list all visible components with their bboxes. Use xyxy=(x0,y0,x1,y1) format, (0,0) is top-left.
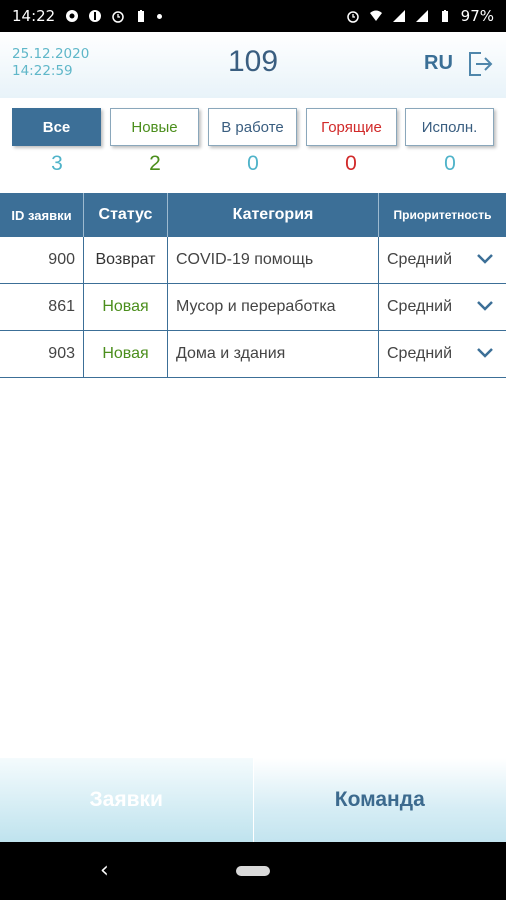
chevron-down-icon[interactable] xyxy=(476,299,494,313)
priority-value: Средний xyxy=(387,345,453,362)
filter-bar: Все Новые В работе Горящие Исполн. xyxy=(0,106,506,148)
status-bar: 14:22 97% xyxy=(0,0,506,32)
filter-in-progress-label: В работе xyxy=(221,118,284,136)
filter-new-count: 2 xyxy=(149,152,161,175)
filter-all-label: Все xyxy=(42,118,71,136)
row-id: 903 xyxy=(0,331,84,377)
row-status: Новая xyxy=(84,284,168,330)
header-priority[interactable]: Приоритетность xyxy=(379,193,506,237)
alarm-icon xyxy=(346,11,359,23)
tab-team[interactable]: Команда xyxy=(254,758,506,842)
header-id[interactable]: ID заявки xyxy=(0,193,84,237)
tab-requests[interactable]: Заявки xyxy=(0,758,253,842)
filter-in-progress-button[interactable]: В работе xyxy=(208,108,297,146)
requests-table: ID заявки Статус Категория Приоритетност… xyxy=(0,193,506,378)
battery-saver-icon xyxy=(138,10,145,22)
row-status: Возврат xyxy=(84,237,168,283)
language-switch[interactable]: RU xyxy=(424,52,453,75)
filter-new-button[interactable]: Новые xyxy=(110,108,199,146)
status-time: 14:22 xyxy=(12,7,56,25)
table-row[interactable]: 861 Новая Мусор и переработка Средний xyxy=(0,284,506,331)
filter-all-button[interactable]: Все xyxy=(12,108,101,146)
row-category: Мусор и переработка xyxy=(168,284,379,330)
table-row[interactable]: 900 Возврат COVID-19 помощь Средний xyxy=(0,237,506,284)
signal-icon-2 xyxy=(415,10,428,22)
priority-value: Средний xyxy=(387,298,453,315)
notification-app-icon xyxy=(66,10,79,22)
notification-icons xyxy=(65,9,163,23)
notification-pinterest-icon xyxy=(89,10,102,22)
home-pill-icon[interactable] xyxy=(236,866,270,876)
row-id: 900 xyxy=(0,237,84,283)
more-notifications-icon xyxy=(157,13,163,19)
table-header: ID заявки Статус Категория Приоритетност… xyxy=(0,193,506,237)
tab-requests-label: Заявки xyxy=(89,788,163,811)
filter-executor-label: Исполн. xyxy=(421,118,478,136)
filter-executor-count: 0 xyxy=(444,152,456,175)
system-icons: 97% xyxy=(346,7,494,25)
filter-urgent-label: Горящие xyxy=(321,118,382,136)
tab-team-label: Команда xyxy=(334,788,425,811)
filter-in-progress-count: 0 xyxy=(247,152,259,175)
chevron-down-icon[interactable] xyxy=(476,346,494,360)
row-category: Дома и здания xyxy=(168,331,379,377)
filter-urgent-button[interactable]: Горящие xyxy=(306,108,397,146)
row-category: COVID-19 помощь xyxy=(168,237,379,283)
row-status: Новая xyxy=(84,331,168,377)
wifi-icon xyxy=(369,10,382,21)
app-header: 25.12.2020 14:22:59 109 RU xyxy=(0,32,506,98)
filter-urgent-count: 0 xyxy=(345,152,357,175)
header-status[interactable]: Статус xyxy=(84,193,168,237)
back-icon[interactable]: ‹ xyxy=(100,858,109,883)
alarm-icon xyxy=(112,11,124,23)
signal-icon xyxy=(392,10,405,22)
priority-value: Средний xyxy=(387,251,453,268)
battery-icon xyxy=(441,10,448,22)
system-nav-bar: ‹ xyxy=(0,842,506,900)
bottom-tab-bar: Заявки Команда xyxy=(0,758,506,842)
row-id: 861 xyxy=(0,284,84,330)
chevron-down-icon[interactable] xyxy=(476,252,494,266)
filter-new-label: Новые xyxy=(131,118,178,136)
table-row[interactable]: 903 Новая Дома и здания Средний xyxy=(0,331,506,378)
filter-counts: 3 2 0 0 0 xyxy=(0,152,506,182)
filter-all-count: 3 xyxy=(51,152,63,175)
header-category[interactable]: Категория xyxy=(168,193,379,237)
filter-executor-button[interactable]: Исполн. xyxy=(405,108,494,146)
logout-icon[interactable] xyxy=(464,49,494,79)
battery-level: 97% xyxy=(460,7,494,25)
